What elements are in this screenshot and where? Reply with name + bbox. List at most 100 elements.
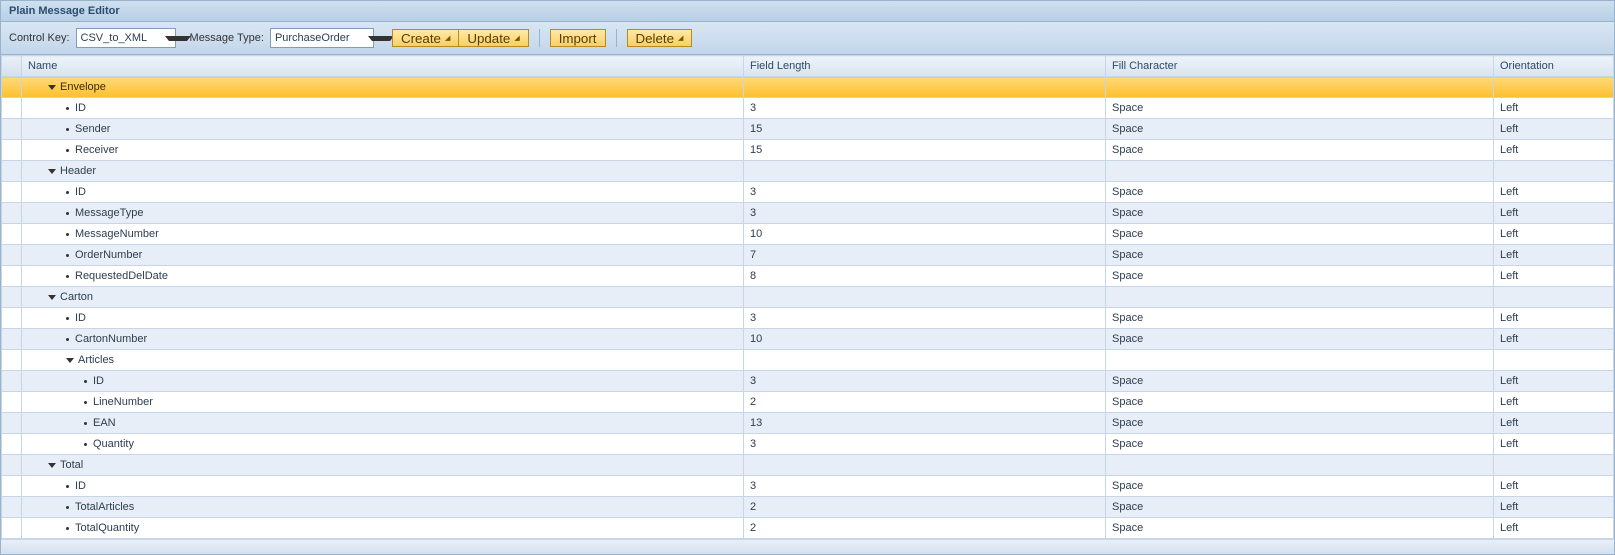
cell-fill[interactable]: Space: [1106, 119, 1494, 140]
cell-fill[interactable]: Space: [1106, 371, 1494, 392]
table-row[interactable]: Receiver15SpaceLeft: [2, 140, 1614, 161]
expand-toggle-icon[interactable]: [48, 295, 56, 300]
cell-name[interactable]: RequestedDelDate: [22, 266, 744, 287]
cell-name[interactable]: CartonNumber: [22, 329, 744, 350]
cell-fill[interactable]: Space: [1106, 518, 1494, 539]
table-row[interactable]: ID3SpaceLeft: [2, 476, 1614, 497]
cell-name[interactable]: Quantity: [22, 434, 744, 455]
expand-toggle-icon[interactable]: [66, 358, 74, 363]
cell-ori[interactable]: [1494, 77, 1614, 98]
row-selector[interactable]: [2, 350, 22, 371]
cell-fill[interactable]: [1106, 350, 1494, 371]
update-button[interactable]: Update◢: [459, 29, 528, 47]
cell-fill[interactable]: [1106, 77, 1494, 98]
cell-name[interactable]: Header: [22, 161, 744, 182]
cell-ori[interactable]: Left: [1494, 329, 1614, 350]
cell-fill[interactable]: Space: [1106, 392, 1494, 413]
expand-toggle-icon[interactable]: [48, 169, 56, 174]
table-row[interactable]: Envelope: [2, 77, 1614, 98]
cell-fill[interactable]: [1106, 455, 1494, 476]
cell-ori[interactable]: Left: [1494, 434, 1614, 455]
table-row[interactable]: Carton: [2, 287, 1614, 308]
table-row[interactable]: TotalArticles2SpaceLeft: [2, 497, 1614, 518]
row-selector[interactable]: [2, 224, 22, 245]
cell-len[interactable]: [744, 287, 1106, 308]
cell-name[interactable]: MessageNumber: [22, 224, 744, 245]
cell-name[interactable]: ID: [22, 98, 744, 119]
table-row[interactable]: EAN13SpaceLeft: [2, 413, 1614, 434]
table-row[interactable]: Articles: [2, 350, 1614, 371]
cell-ori[interactable]: [1494, 161, 1614, 182]
cell-name[interactable]: ID: [22, 476, 744, 497]
cell-fill[interactable]: Space: [1106, 413, 1494, 434]
row-selector[interactable]: [2, 287, 22, 308]
cell-len[interactable]: 2: [744, 518, 1106, 539]
cell-name[interactable]: EAN: [22, 413, 744, 434]
cell-ori[interactable]: [1494, 350, 1614, 371]
cell-fill[interactable]: Space: [1106, 266, 1494, 287]
cell-name[interactable]: Sender: [22, 119, 744, 140]
cell-fill[interactable]: Space: [1106, 98, 1494, 119]
cell-fill[interactable]: Space: [1106, 308, 1494, 329]
cell-len[interactable]: 7: [744, 245, 1106, 266]
cell-len[interactable]: 13: [744, 413, 1106, 434]
row-selector[interactable]: [2, 161, 22, 182]
cell-name[interactable]: Total: [22, 455, 744, 476]
table-row[interactable]: Sender15SpaceLeft: [2, 119, 1614, 140]
row-selector[interactable]: [2, 245, 22, 266]
cell-name[interactable]: TotalArticles: [22, 497, 744, 518]
cell-ori[interactable]: Left: [1494, 413, 1614, 434]
row-selector[interactable]: [2, 98, 22, 119]
delete-button[interactable]: Delete◢: [627, 29, 693, 47]
cell-len[interactable]: 15: [744, 119, 1106, 140]
table-row[interactable]: CartonNumber10SpaceLeft: [2, 329, 1614, 350]
cell-len[interactable]: 3: [744, 98, 1106, 119]
table-row[interactable]: RequestedDelDate8SpaceLeft: [2, 266, 1614, 287]
col-name[interactable]: Name: [22, 56, 744, 77]
create-button[interactable]: Create◢: [392, 29, 459, 47]
cell-len[interactable]: 3: [744, 203, 1106, 224]
cell-ori[interactable]: Left: [1494, 266, 1614, 287]
cell-fill[interactable]: Space: [1106, 245, 1494, 266]
row-selector[interactable]: [2, 497, 22, 518]
cell-ori[interactable]: Left: [1494, 371, 1614, 392]
cell-len[interactable]: 3: [744, 182, 1106, 203]
row-selector[interactable]: [2, 434, 22, 455]
expand-toggle-icon[interactable]: [48, 463, 56, 468]
cell-ori[interactable]: [1494, 455, 1614, 476]
table-row[interactable]: ID3SpaceLeft: [2, 308, 1614, 329]
cell-ori[interactable]: Left: [1494, 182, 1614, 203]
table-row[interactable]: MessageNumber10SpaceLeft: [2, 224, 1614, 245]
cell-len[interactable]: 2: [744, 497, 1106, 518]
cell-len[interactable]: 3: [744, 476, 1106, 497]
cell-fill[interactable]: Space: [1106, 497, 1494, 518]
cell-fill[interactable]: Space: [1106, 434, 1494, 455]
cell-name[interactable]: ID: [22, 371, 744, 392]
cell-len[interactable]: [744, 350, 1106, 371]
cell-len[interactable]: 10: [744, 224, 1106, 245]
col-fill-character[interactable]: Fill Character: [1106, 56, 1494, 77]
row-selector[interactable]: [2, 308, 22, 329]
cell-ori[interactable]: Left: [1494, 518, 1614, 539]
row-selector[interactable]: [2, 266, 22, 287]
row-selector[interactable]: [2, 476, 22, 497]
cell-name[interactable]: ID: [22, 308, 744, 329]
row-selector[interactable]: [2, 77, 22, 98]
cell-fill[interactable]: [1106, 287, 1494, 308]
row-selector[interactable]: [2, 203, 22, 224]
cell-fill[interactable]: [1106, 161, 1494, 182]
cell-len[interactable]: 3: [744, 434, 1106, 455]
row-selector[interactable]: [2, 518, 22, 539]
row-selector[interactable]: [2, 392, 22, 413]
control-key-select[interactable]: CSV_to_XML: [76, 28, 176, 48]
row-selector[interactable]: [2, 182, 22, 203]
cell-len[interactable]: [744, 161, 1106, 182]
cell-ori[interactable]: Left: [1494, 245, 1614, 266]
table-row[interactable]: Quantity3SpaceLeft: [2, 434, 1614, 455]
cell-ori[interactable]: Left: [1494, 140, 1614, 161]
col-field-length[interactable]: Field Length: [744, 56, 1106, 77]
cell-len[interactable]: 10: [744, 329, 1106, 350]
cell-ori[interactable]: Left: [1494, 224, 1614, 245]
table-row[interactable]: TotalQuantity2SpaceLeft: [2, 518, 1614, 539]
cell-ori[interactable]: Left: [1494, 497, 1614, 518]
